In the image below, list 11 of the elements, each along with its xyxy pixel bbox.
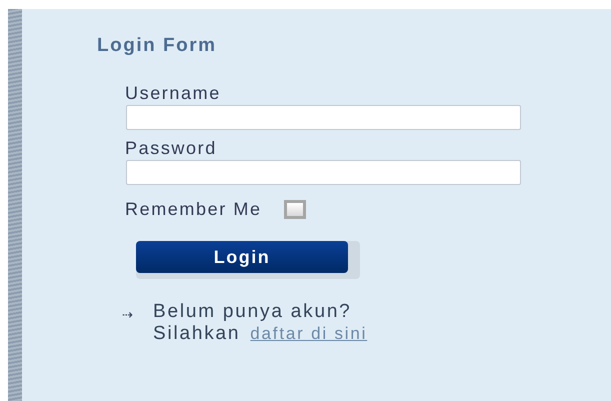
signup-prompt: Silahkan [153,323,240,345]
field-label: Username [125,83,221,103]
login-button[interactable]: Login [136,241,348,273]
username-field[interactable] [126,105,521,130]
arrow-icon: ⇢ [122,307,133,322]
field-label: Password [125,138,217,158]
remember-label: Remember Me [125,199,262,219]
form-title: Login Form [97,35,216,57]
signup-question: Belum punya akun? [153,301,353,323]
password-field[interactable] [126,160,521,185]
remember-checkbox[interactable] [284,200,306,218]
